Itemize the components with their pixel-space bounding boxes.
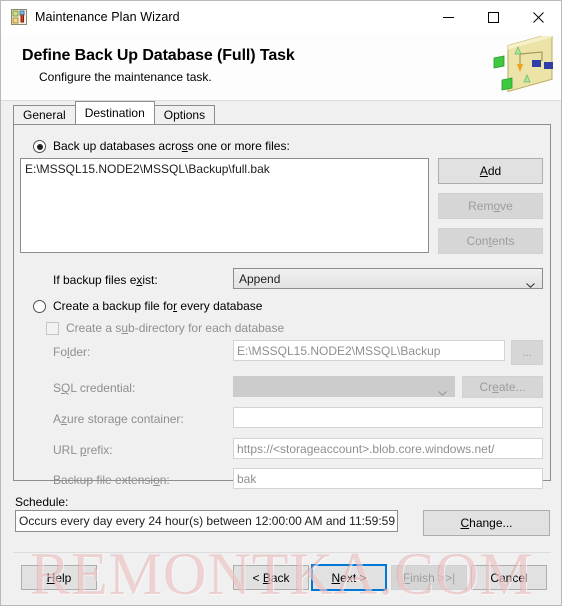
chevron-down-icon	[526, 277, 535, 288]
folder-browse-button: ...	[511, 340, 543, 365]
minimize-icon[interactable]	[426, 1, 471, 33]
checkbox-create-subdirectory-label: Create a sub-directory for each database	[66, 321, 285, 335]
contents-button-label: Contents	[466, 234, 515, 248]
tab-general-label: General	[23, 108, 66, 122]
backup-file-extension-label: Backup file extension:	[53, 473, 170, 487]
create-credential-label: Create...	[479, 380, 526, 394]
remove-button-label: Remove	[468, 199, 513, 213]
cancel-button[interactable]: Cancel	[471, 565, 547, 590]
maintenance-plan-flow-icon	[490, 34, 558, 98]
window-controls	[426, 1, 561, 33]
radio-file-per-database-label: Create a backup file for every database	[53, 299, 263, 313]
folder-field: E:\MSSQL15.NODE2\MSSQL\Backup	[233, 340, 505, 361]
destination-tab-panel: Back up databases across one or more fil…	[13, 124, 551, 489]
add-button[interactable]: Add	[438, 158, 543, 184]
folder-label: Folder:	[53, 345, 91, 359]
chevron-down-icon	[438, 385, 447, 396]
remove-button: Remove	[438, 193, 543, 219]
footer-divider	[13, 552, 551, 553]
help-button-label: Help	[46, 570, 72, 585]
cancel-button-label: Cancel	[490, 570, 528, 585]
url-prefix-label: URL prefix:	[53, 443, 113, 457]
tab-destination[interactable]: Destination	[74, 101, 155, 124]
add-button-label: Add	[479, 164, 502, 178]
backup-file-extension-field: bak	[233, 468, 543, 489]
wizard-header-banner: Define Back Up Database (Full) Task Conf…	[1, 34, 561, 101]
list-item[interactable]: E:\MSSQL15.NODE2\MSSQL\Backup\full.bak	[21, 159, 428, 176]
next-button[interactable]: Next >	[311, 564, 387, 591]
maintenance-plan-icon	[11, 9, 27, 25]
schedule-field[interactable]: Occurs every day every 24 hour(s) betwee…	[15, 510, 398, 532]
tab-general[interactable]: General	[13, 105, 76, 124]
back-button-label: < Back	[252, 570, 290, 585]
maintenance-plan-wizard-window: Maintenance Plan Wizard Define Back Up D…	[0, 0, 562, 606]
if-backup-files-exist-combo[interactable]: Append	[233, 268, 543, 289]
page-title: Define Back Up Database (Full) Task	[22, 47, 295, 64]
tab-strip: General Destination Options	[13, 101, 216, 124]
create-credential-button: Create...	[462, 376, 543, 398]
radio-backup-across-files[interactable]	[33, 140, 46, 153]
finish-button: Finish >>|	[391, 565, 467, 590]
next-button-label: Next >	[331, 570, 367, 585]
azure-storage-container-label: Azure storage container:	[53, 412, 184, 426]
tab-options[interactable]: Options	[153, 105, 216, 124]
url-prefix-value: https://<storageaccount>.blob.core.windo…	[237, 441, 495, 456]
checkbox-create-subdirectory	[46, 322, 59, 335]
sql-credential-label: SQL credential:	[53, 381, 136, 395]
back-button[interactable]: < Back	[233, 565, 309, 590]
tab-options-label: Options	[163, 108, 206, 122]
url-prefix-field: https://<storageaccount>.blob.core.windo…	[233, 438, 543, 459]
radio-backup-across-files-label: Back up databases across one or more fil…	[53, 139, 290, 153]
tab-destination-label: Destination	[84, 106, 145, 120]
backup-files-listbox[interactable]: E:\MSSQL15.NODE2\MSSQL\Backup\full.bak	[20, 158, 429, 253]
window-title: Maintenance Plan Wizard	[35, 10, 180, 24]
schedule-value: Occurs every day every 24 hour(s) betwee…	[19, 514, 398, 528]
change-schedule-button[interactable]: Change...	[423, 510, 550, 536]
radio-file-per-database[interactable]	[33, 300, 46, 313]
help-button[interactable]: Help	[21, 565, 97, 590]
folder-value: E:\MSSQL15.NODE2\MSSQL\Backup	[237, 343, 441, 358]
maximize-icon[interactable]	[471, 1, 516, 33]
finish-button-label: Finish >>|	[402, 570, 456, 585]
backup-file-extension-value: bak	[237, 471, 257, 486]
sql-credential-combo	[233, 376, 455, 397]
folder-browse-label: ...	[522, 346, 532, 359]
title-bar: Maintenance Plan Wizard	[1, 1, 561, 34]
contents-button: Contents	[438, 228, 543, 254]
schedule-label: Schedule:	[15, 495, 69, 509]
azure-storage-container-field	[233, 407, 543, 428]
change-schedule-label: Change...	[460, 516, 513, 530]
if-backup-files-exist-label: If backup files exist:	[53, 273, 158, 287]
page-subtitle: Configure the maintenance task.	[39, 70, 212, 84]
close-icon[interactable]	[516, 1, 561, 33]
if-backup-files-exist-value: Append	[239, 271, 281, 286]
